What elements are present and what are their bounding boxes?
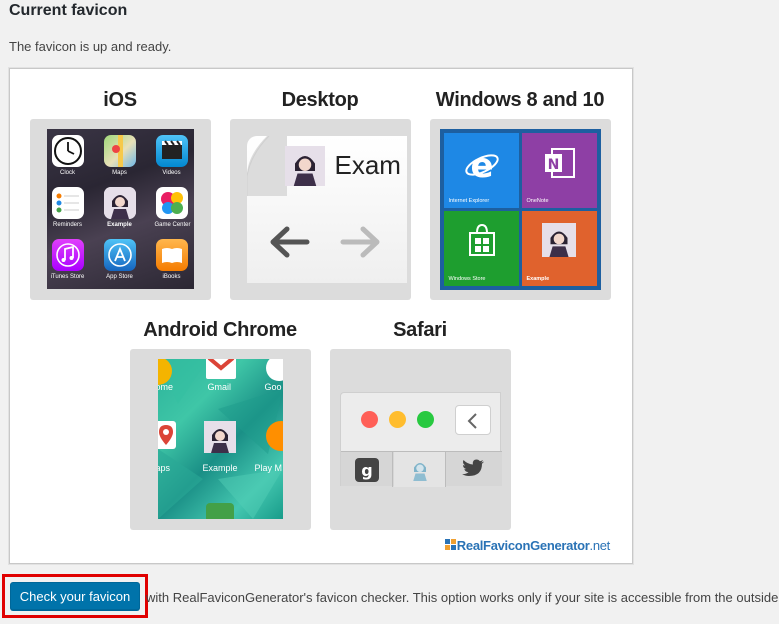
tab-title: Exam	[334, 150, 401, 180]
android-home-screen: ome Gmail Goo aps Example Play M	[157, 359, 283, 519]
logo-mark-icon	[444, 539, 456, 550]
gmail-icon	[205, 359, 236, 379]
safari-preview: Safari g	[325, 319, 515, 530]
desktop-preview: Desktop Exam	[225, 89, 415, 300]
ios-app-reminders: Reminders	[51, 187, 85, 228]
windows-start-screen: e Internet Explorer N OneNote Windows St…	[439, 129, 601, 290]
maps-icon	[103, 135, 136, 167]
windows-title: Windows 8 and 10	[435, 89, 605, 111]
tile-example: Example	[521, 211, 597, 286]
onenote-icon: N	[544, 148, 575, 178]
page-title: Current favicon	[9, 2, 128, 19]
example-favicon-icon	[393, 452, 446, 487]
example-favicon-icon	[541, 223, 576, 257]
desktop-title: Desktop	[281, 89, 359, 111]
tab-favicon-icon	[284, 146, 325, 186]
browser-tab: Exam	[246, 136, 407, 283]
clock-icon	[51, 135, 84, 167]
app-store-icon	[103, 239, 136, 271]
maps-icon	[157, 421, 176, 454]
windows-thumbnail: e Internet Explorer N OneNote Windows St…	[429, 119, 611, 300]
forward-arrow-icon	[339, 224, 383, 265]
desktop-thumbnail: Exam	[229, 119, 411, 300]
videos-icon	[155, 135, 188, 167]
safari-thumbnail: g	[329, 349, 511, 530]
ios-app-game-center: Game Center	[155, 187, 191, 228]
realfavicongenerator-logo: RealFaviconGenerator.net	[444, 538, 610, 553]
svg-text:e: e	[470, 147, 493, 183]
ios-app-videos: Videos	[155, 135, 189, 176]
safari-favorites-bar: g	[340, 451, 502, 487]
internet-explorer-icon: e	[464, 147, 499, 183]
ios-app-clock: Clock	[51, 135, 85, 176]
ios-app-maps: Maps	[103, 135, 137, 176]
ios-app-itunes-store: iTunes Store	[51, 239, 85, 280]
ios-title: iOS	[103, 89, 137, 111]
close-dot-icon	[360, 411, 378, 428]
back-arrow-icon	[267, 224, 311, 265]
android-preview: Android Chrome ome Gmail Goo aps Example…	[125, 319, 315, 530]
windows-preview: Windows 8 and 10 e Internet Explorer N O…	[425, 89, 615, 300]
tile-internet-explorer: e Internet Explorer	[443, 133, 519, 208]
check-your-favicon-button[interactable]: Check your favicon	[10, 582, 140, 610]
ios-app-app-store: App Store	[103, 239, 137, 280]
favicon-preview-panel: iOS Clock Maps Videos Reminders Example …	[9, 68, 633, 564]
status-text: The favicon is up and ready.	[9, 39, 172, 54]
tile-windows-store: Windows Store	[443, 211, 519, 286]
ios-app-ibooks: iBooks	[155, 239, 189, 280]
svg-text:g: g	[361, 461, 372, 480]
back-button-icon	[454, 405, 491, 435]
example-favicon-icon	[203, 421, 236, 458]
example-favicon-icon	[103, 187, 136, 219]
ios-preview: iOS Clock Maps Videos Reminders Example …	[25, 89, 215, 300]
ios-thumbnail: Clock Maps Videos Reminders Example Game…	[29, 119, 211, 300]
safari-title: Safari	[393, 319, 447, 341]
safari-window: g	[339, 392, 502, 487]
game-center-icon	[155, 187, 188, 219]
tile-onenote: N OneNote	[521, 133, 597, 208]
check-button-highlight: Check your favicon	[2, 574, 148, 618]
itunes-icon	[51, 239, 84, 271]
check-description: with RealFaviconGenerator's favicon chec…	[146, 590, 779, 605]
ios-home-screen: Clock Maps Videos Reminders Example Game…	[46, 129, 194, 289]
bottom-app-icon	[205, 503, 234, 519]
zoom-dot-icon	[416, 411, 434, 428]
windows-store-icon	[468, 223, 495, 256]
ibooks-icon	[155, 239, 188, 271]
google-plus-icon: g	[341, 452, 393, 487]
android-thumbnail: ome Gmail Goo aps Example Play M	[129, 349, 311, 530]
twitter-icon	[447, 452, 499, 487]
ios-app-example: Example	[103, 187, 137, 228]
android-title: Android Chrome	[143, 319, 297, 341]
minimize-dot-icon	[388, 411, 406, 428]
svg-text:N: N	[547, 157, 559, 173]
reminders-icon	[51, 187, 84, 219]
